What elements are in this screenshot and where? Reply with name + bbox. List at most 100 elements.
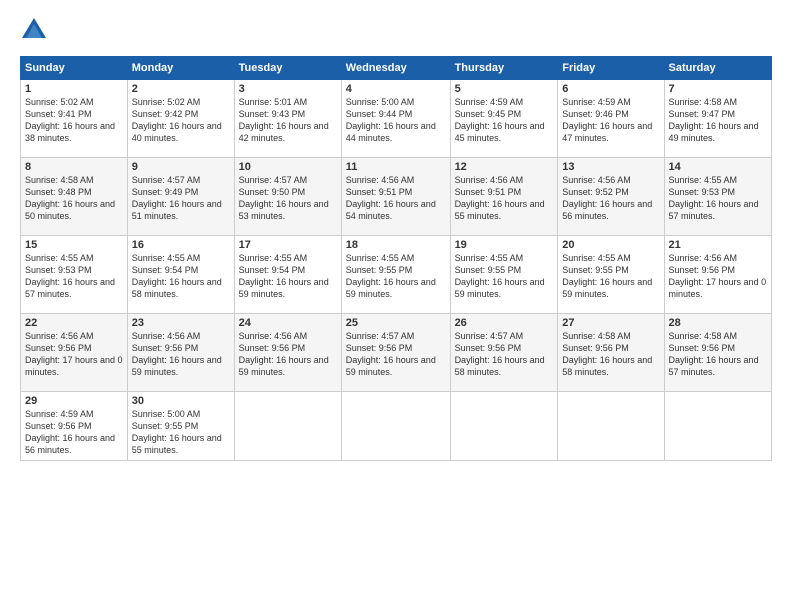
day-cell: 26 Sunrise: 4:57 AMSunset: 9:56 PMDaylig… (450, 314, 558, 392)
day-cell (234, 392, 341, 461)
day-cell: 21 Sunrise: 4:56 AMSunset: 9:56 PMDaylig… (664, 236, 771, 314)
day-number: 21 (669, 239, 767, 251)
day-number: 17 (239, 239, 337, 251)
header-row: SundayMondayTuesdayWednesdayThursdayFrid… (21, 57, 772, 80)
day-number: 7 (669, 83, 767, 95)
column-header-monday: Monday (127, 57, 234, 80)
day-cell: 14 Sunrise: 4:55 AMSunset: 9:53 PMDaylig… (664, 158, 771, 236)
day-info: Sunrise: 5:00 AMSunset: 9:44 PMDaylight:… (346, 97, 436, 143)
day-number: 28 (669, 317, 767, 329)
day-info: Sunrise: 4:55 AMSunset: 9:53 PMDaylight:… (25, 253, 115, 299)
day-number: 29 (25, 395, 123, 407)
day-cell: 5 Sunrise: 4:59 AMSunset: 9:45 PMDayligh… (450, 80, 558, 158)
day-number: 19 (455, 239, 554, 251)
week-row-1: 1 Sunrise: 5:02 AMSunset: 9:41 PMDayligh… (21, 80, 772, 158)
column-header-sunday: Sunday (21, 57, 128, 80)
day-cell: 2 Sunrise: 5:02 AMSunset: 9:42 PMDayligh… (127, 80, 234, 158)
day-number: 8 (25, 161, 123, 173)
day-info: Sunrise: 4:58 AMSunset: 9:47 PMDaylight:… (669, 97, 759, 143)
day-cell (341, 392, 450, 461)
day-number: 3 (239, 83, 337, 95)
day-cell: 20 Sunrise: 4:55 AMSunset: 9:55 PMDaylig… (558, 236, 664, 314)
day-cell: 23 Sunrise: 4:56 AMSunset: 9:56 PMDaylig… (127, 314, 234, 392)
day-info: Sunrise: 4:55 AMSunset: 9:55 PMDaylight:… (346, 253, 436, 299)
day-cell: 30 Sunrise: 5:00 AMSunset: 9:55 PMDaylig… (127, 392, 234, 461)
day-info: Sunrise: 4:55 AMSunset: 9:53 PMDaylight:… (669, 175, 759, 221)
day-info: Sunrise: 4:56 AMSunset: 9:51 PMDaylight:… (455, 175, 545, 221)
day-cell: 11 Sunrise: 4:56 AMSunset: 9:51 PMDaylig… (341, 158, 450, 236)
logo-icon (20, 16, 48, 44)
day-info: Sunrise: 4:55 AMSunset: 9:55 PMDaylight:… (562, 253, 652, 299)
day-cell: 17 Sunrise: 4:55 AMSunset: 9:54 PMDaylig… (234, 236, 341, 314)
day-cell: 12 Sunrise: 4:56 AMSunset: 9:51 PMDaylig… (450, 158, 558, 236)
day-info: Sunrise: 4:56 AMSunset: 9:51 PMDaylight:… (346, 175, 436, 221)
day-cell: 27 Sunrise: 4:58 AMSunset: 9:56 PMDaylig… (558, 314, 664, 392)
day-number: 6 (562, 83, 659, 95)
day-cell: 6 Sunrise: 4:59 AMSunset: 9:46 PMDayligh… (558, 80, 664, 158)
day-cell: 29 Sunrise: 4:59 AMSunset: 9:56 PMDaylig… (21, 392, 128, 461)
day-cell: 1 Sunrise: 5:02 AMSunset: 9:41 PMDayligh… (21, 80, 128, 158)
day-info: Sunrise: 4:57 AMSunset: 9:56 PMDaylight:… (346, 331, 436, 377)
day-cell: 9 Sunrise: 4:57 AMSunset: 9:49 PMDayligh… (127, 158, 234, 236)
day-cell (450, 392, 558, 461)
day-info: Sunrise: 5:01 AMSunset: 9:43 PMDaylight:… (239, 97, 329, 143)
week-row-3: 15 Sunrise: 4:55 AMSunset: 9:53 PMDaylig… (21, 236, 772, 314)
day-cell: 28 Sunrise: 4:58 AMSunset: 9:56 PMDaylig… (664, 314, 771, 392)
day-number: 23 (132, 317, 230, 329)
day-cell: 3 Sunrise: 5:01 AMSunset: 9:43 PMDayligh… (234, 80, 341, 158)
day-info: Sunrise: 4:57 AMSunset: 9:50 PMDaylight:… (239, 175, 329, 221)
logo (20, 16, 52, 44)
day-number: 1 (25, 83, 123, 95)
column-header-saturday: Saturday (664, 57, 771, 80)
day-cell: 19 Sunrise: 4:55 AMSunset: 9:55 PMDaylig… (450, 236, 558, 314)
day-info: Sunrise: 4:56 AMSunset: 9:56 PMDaylight:… (239, 331, 329, 377)
day-number: 25 (346, 317, 446, 329)
day-info: Sunrise: 4:55 AMSunset: 9:54 PMDaylight:… (239, 253, 329, 299)
day-info: Sunrise: 5:00 AMSunset: 9:55 PMDaylight:… (132, 409, 222, 455)
day-info: Sunrise: 5:02 AMSunset: 9:41 PMDaylight:… (25, 97, 115, 143)
day-cell: 8 Sunrise: 4:58 AMSunset: 9:48 PMDayligh… (21, 158, 128, 236)
day-number: 2 (132, 83, 230, 95)
column-header-friday: Friday (558, 57, 664, 80)
day-info: Sunrise: 4:57 AMSunset: 9:56 PMDaylight:… (455, 331, 545, 377)
day-cell: 7 Sunrise: 4:58 AMSunset: 9:47 PMDayligh… (664, 80, 771, 158)
day-info: Sunrise: 4:56 AMSunset: 9:52 PMDaylight:… (562, 175, 652, 221)
day-number: 12 (455, 161, 554, 173)
day-info: Sunrise: 4:57 AMSunset: 9:49 PMDaylight:… (132, 175, 222, 221)
day-cell (664, 392, 771, 461)
day-info: Sunrise: 4:56 AMSunset: 9:56 PMDaylight:… (25, 331, 123, 377)
day-info: Sunrise: 4:55 AMSunset: 9:54 PMDaylight:… (132, 253, 222, 299)
day-info: Sunrise: 4:59 AMSunset: 9:56 PMDaylight:… (25, 409, 115, 455)
day-info: Sunrise: 4:56 AMSunset: 9:56 PMDaylight:… (669, 253, 767, 299)
week-row-2: 8 Sunrise: 4:58 AMSunset: 9:48 PMDayligh… (21, 158, 772, 236)
day-cell: 18 Sunrise: 4:55 AMSunset: 9:55 PMDaylig… (341, 236, 450, 314)
day-cell (558, 392, 664, 461)
day-cell: 25 Sunrise: 4:57 AMSunset: 9:56 PMDaylig… (341, 314, 450, 392)
day-number: 18 (346, 239, 446, 251)
day-number: 30 (132, 395, 230, 407)
week-row-5: 29 Sunrise: 4:59 AMSunset: 9:56 PMDaylig… (21, 392, 772, 461)
day-number: 24 (239, 317, 337, 329)
day-number: 14 (669, 161, 767, 173)
day-info: Sunrise: 4:58 AMSunset: 9:48 PMDaylight:… (25, 175, 115, 221)
day-number: 11 (346, 161, 446, 173)
day-number: 15 (25, 239, 123, 251)
day-info: Sunrise: 4:58 AMSunset: 9:56 PMDaylight:… (562, 331, 652, 377)
day-info: Sunrise: 4:59 AMSunset: 9:45 PMDaylight:… (455, 97, 545, 143)
day-number: 13 (562, 161, 659, 173)
day-cell: 13 Sunrise: 4:56 AMSunset: 9:52 PMDaylig… (558, 158, 664, 236)
day-cell: 16 Sunrise: 4:55 AMSunset: 9:54 PMDaylig… (127, 236, 234, 314)
day-number: 9 (132, 161, 230, 173)
day-number: 20 (562, 239, 659, 251)
page: SundayMondayTuesdayWednesdayThursdayFrid… (0, 0, 792, 612)
column-header-wednesday: Wednesday (341, 57, 450, 80)
day-cell: 4 Sunrise: 5:00 AMSunset: 9:44 PMDayligh… (341, 80, 450, 158)
day-number: 16 (132, 239, 230, 251)
day-number: 5 (455, 83, 554, 95)
day-number: 27 (562, 317, 659, 329)
day-number: 4 (346, 83, 446, 95)
day-number: 26 (455, 317, 554, 329)
week-row-4: 22 Sunrise: 4:56 AMSunset: 9:56 PMDaylig… (21, 314, 772, 392)
calendar: SundayMondayTuesdayWednesdayThursdayFrid… (20, 56, 772, 461)
day-cell: 10 Sunrise: 4:57 AMSunset: 9:50 PMDaylig… (234, 158, 341, 236)
